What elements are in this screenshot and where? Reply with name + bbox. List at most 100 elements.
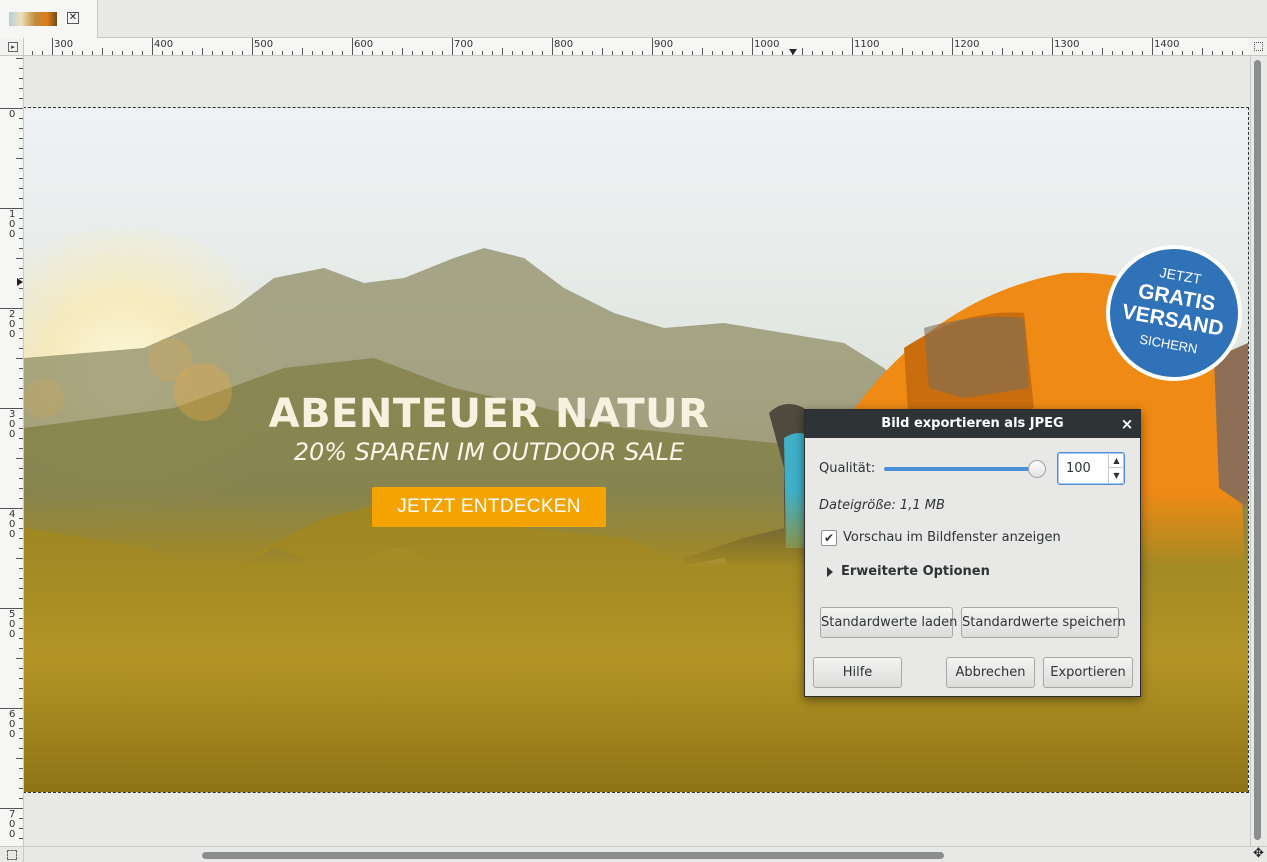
horizontal-scroll-thumb[interactable] (202, 852, 944, 859)
ruler-tick (1052, 38, 1053, 55)
ruler-tick (412, 51, 413, 55)
ruler-tick (1002, 48, 1003, 55)
ruler-tick (1102, 48, 1103, 55)
ruler-tick (19, 348, 23, 349)
ruler-tick (432, 51, 433, 55)
ruler-tick (16, 158, 23, 159)
ruler-tick (1092, 51, 1093, 55)
ruler-tick (19, 618, 23, 619)
ruler-tick (722, 51, 723, 55)
zoom-fit-icon[interactable] (1250, 38, 1267, 56)
vertical-scrollbar[interactable] (1250, 56, 1267, 846)
ruler-tick (312, 51, 313, 55)
ruler-tick (262, 51, 263, 55)
dialog-titlebar[interactable]: Bild exportieren als JPEG × (805, 410, 1140, 438)
ruler-tick (862, 51, 863, 55)
ruler-tick (1132, 51, 1133, 55)
ruler-tick (19, 628, 23, 629)
ruler-tick (1082, 51, 1083, 55)
load-defaults-button[interactable]: Standardwerte laden (820, 607, 957, 638)
ruler-tick (842, 51, 843, 55)
ruler-tick (19, 468, 23, 469)
ruler-tick (19, 198, 23, 199)
advanced-options-expander[interactable]: Erweiterte Optionen (841, 564, 990, 579)
ruler-tick (562, 51, 563, 55)
navigate-icon[interactable]: ✥ (1250, 846, 1267, 862)
ruler-tick (19, 548, 23, 549)
ruler-tick (612, 51, 613, 55)
ruler-tick (19, 698, 23, 699)
ruler-tick (152, 38, 153, 55)
horizontal-scrollbar[interactable] (24, 846, 1250, 862)
ruler-tick (632, 51, 633, 55)
close-icon[interactable]: × (1118, 414, 1136, 434)
ruler-tick (19, 838, 23, 839)
expander-arrow-icon[interactable] (827, 567, 833, 577)
ruler-tick (672, 51, 673, 55)
ruler-tick (19, 98, 23, 99)
ruler-tick (1032, 51, 1033, 55)
ruler-label: 900 (654, 39, 674, 50)
cancel-button[interactable]: Abbrechen (946, 657, 1035, 688)
quality-slider[interactable] (884, 460, 1046, 478)
ruler-tick (19, 568, 23, 569)
ruler-label: 0 (9, 109, 16, 120)
menu-triangle-icon[interactable]: ▸ (0, 38, 24, 56)
ruler-tick (732, 51, 733, 55)
ruler-tick (19, 88, 23, 89)
ruler-tick (1192, 51, 1193, 55)
export-button[interactable]: Exportieren (1043, 657, 1133, 688)
help-button[interactable]: Hilfe (813, 657, 902, 688)
chevron-up-icon[interactable]: ▲ (1108, 453, 1124, 468)
ruler-tick (782, 51, 783, 55)
ruler-tick (182, 51, 183, 55)
ruler-tick (682, 51, 683, 55)
ruler-label: 100 (9, 209, 16, 240)
ruler-label: 600 (9, 709, 16, 740)
quick-mask-icon[interactable] (0, 846, 24, 862)
save-defaults-button[interactable]: Standardwerte speichern (961, 607, 1126, 638)
quality-label: Qualität: (819, 461, 876, 476)
image-tab[interactable]: ✕ (0, 0, 98, 38)
hero-headline: ABENTEUER NATUR (268, 391, 710, 437)
ruler-tick (362, 51, 363, 55)
ruler-tick (452, 38, 453, 55)
ruler-tick (19, 498, 23, 499)
ruler-tick (602, 48, 603, 55)
preview-checkbox[interactable]: ✔ (821, 530, 837, 546)
ruler-tick (442, 51, 443, 55)
ruler-tick (352, 38, 353, 55)
ruler-tick (762, 51, 763, 55)
ruler-tick (292, 51, 293, 55)
ruler-tick (962, 51, 963, 55)
ruler-tick (582, 51, 583, 55)
ruler-tick (642, 51, 643, 55)
ruler-tick (19, 588, 23, 589)
ruler-label: 600 (354, 39, 374, 50)
chevron-down-icon[interactable]: ▼ (1108, 468, 1124, 483)
ruler-tick (1152, 38, 1153, 55)
ruler-tick (462, 51, 463, 55)
ruler-tick (132, 51, 133, 55)
ruler-tick (1022, 51, 1023, 55)
ruler-tick (472, 51, 473, 55)
ruler-tick (1172, 51, 1173, 55)
ruler-tick (19, 728, 23, 729)
hero-subline: 20% SPAREN IM OUTDOOR SALE (293, 438, 685, 466)
ruler-tick (622, 51, 623, 55)
ruler-label: 300 (9, 409, 16, 440)
preview-label[interactable]: Vorschau im Bildfenster anzeigen (843, 530, 1061, 545)
ruler-tick (522, 51, 523, 55)
ruler-tick (19, 248, 23, 249)
quality-spinbutton[interactable]: 100 ▲ ▼ (1057, 452, 1125, 485)
quality-value[interactable]: 100 (1066, 453, 1091, 484)
ruler-tick (19, 128, 23, 129)
vertical-scroll-thumb[interactable] (1254, 60, 1261, 840)
ruler-tick (19, 518, 23, 519)
slider-handle[interactable] (1028, 460, 1046, 478)
image-tab-bar: ✕ (0, 0, 1267, 38)
ruler-tick (912, 51, 913, 55)
close-icon[interactable]: ✕ (67, 12, 79, 24)
vertical-ruler: 0 100 200 300 400 500 600 700 (0, 56, 24, 846)
ruler-tick (19, 418, 23, 419)
